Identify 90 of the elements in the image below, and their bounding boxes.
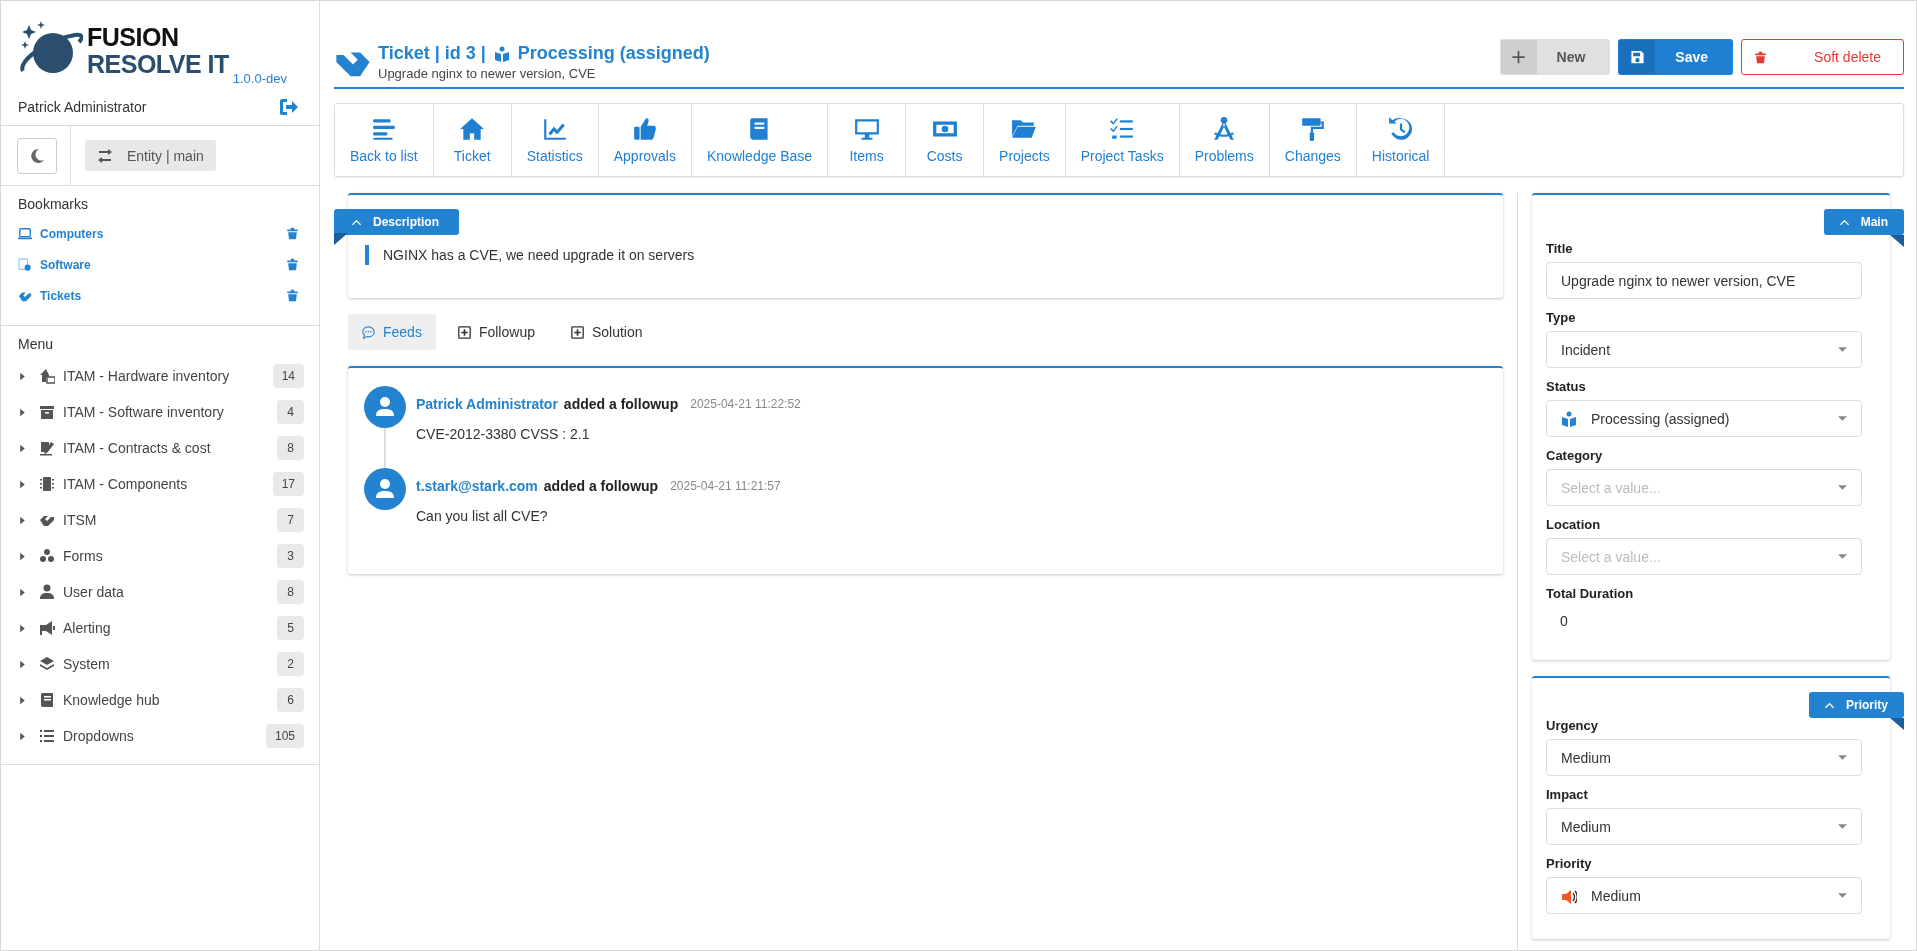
count-badge: 2 (277, 652, 304, 676)
menu-item[interactable]: ITAM - Contracts & cost 8 (18, 430, 304, 466)
followup-text: CVE-2012-3380 CVSS : 2.1 (416, 426, 591, 442)
toolbar-button[interactable]: Project Tasks (1065, 104, 1180, 176)
count-badge: 8 (277, 436, 304, 460)
menu-item[interactable]: Knowledge hub 6 (18, 682, 304, 718)
dropdown[interactable]: Medium (1546, 877, 1862, 914)
menu-item[interactable]: ITAM - Components 17 (18, 466, 304, 502)
save-button[interactable]: Save (1618, 39, 1734, 75)
feed-action: added a followup (563, 396, 679, 412)
collapse-tab[interactable]: Description (334, 209, 459, 235)
bookmark-link[interactable]: Tickets (18, 288, 82, 303)
menu-label: Alerting (63, 620, 112, 636)
toolbar-button[interactable]: Items (828, 104, 907, 176)
dropdown[interactable]: Incident (1546, 331, 1862, 368)
toolbar-button[interactable]: Historical (1356, 104, 1446, 176)
menu-item[interactable]: Dropdowns 105 (18, 718, 304, 754)
field-label: Urgency (1546, 718, 1600, 733)
dropdown[interactable]: Medium (1546, 739, 1862, 776)
page-subtitle: Upgrade nginx to newer version, CVE (378, 66, 597, 81)
toolbar-button[interactable]: Statistics (511, 104, 599, 176)
toolbar-button[interactable]: Changes (1269, 104, 1357, 176)
section-heading: Menu (18, 336, 55, 352)
text-field[interactable]: Upgrade nginx to newer version, CVE (1546, 262, 1862, 299)
menu-label: System (63, 656, 111, 672)
menu-item[interactable]: Alerting 5 (18, 610, 304, 646)
field-label: Status (1546, 379, 1587, 394)
delete-button[interactable]: Soft delete (1741, 39, 1904, 75)
dropdown[interactable]: Processing (assigned) (1546, 400, 1862, 437)
count-badge: 14 (272, 364, 304, 388)
toolbar-button[interactable]: Knowledge Base (692, 104, 829, 176)
count-badge: 5 (277, 616, 304, 640)
author-link[interactable]: t.stark@stark.com (416, 478, 538, 494)
toolbar-button[interactable]: Approvals (598, 104, 692, 176)
timestamp: 2025-04-21 11:22:52 (690, 397, 801, 411)
menu-label: Forms (63, 548, 104, 564)
count-badge: 3 (277, 544, 304, 568)
logo-wordmark: FUSION (87, 25, 180, 50)
menu-label: ITAM - Components (63, 476, 189, 492)
feed-tab[interactable]: Feeds (348, 314, 436, 350)
menu-item[interactable]: Forms 3 (18, 538, 304, 574)
bookmark-link[interactable]: Computers (18, 226, 104, 241)
section-heading: Bookmarks (18, 196, 90, 212)
new-button[interactable]: New (1499, 39, 1611, 75)
collapse-tab[interactable]: Priority (1809, 692, 1904, 718)
field-label: Title (1546, 241, 1574, 256)
dropdown[interactable]: Medium (1546, 808, 1862, 845)
count-badge: 17 (272, 472, 304, 496)
field-value: 0 (1559, 612, 1569, 631)
menu-label: User data (63, 584, 125, 600)
menu-label: ITAM - Hardware inventory (63, 368, 231, 384)
bookmark-link[interactable]: Software (18, 257, 91, 272)
field-label: Total Duration (1546, 586, 1635, 601)
menu-label: ITSM (63, 512, 98, 528)
user-name: Patrick Administrator (18, 99, 147, 115)
field-label: Type (1546, 310, 1577, 325)
version-label: 1.0.0-dev (232, 71, 287, 86)
timestamp: 2025-04-21 11:21:57 (670, 479, 781, 493)
toolbar-button[interactable]: Costs (906, 104, 985, 176)
count-badge: 4 (277, 400, 304, 424)
menu-label: ITAM - Software inventory (63, 404, 225, 420)
page-title: Ticket | id 3 | (378, 43, 486, 64)
status-label: Processing (assigned) (517, 43, 710, 64)
count-badge: 6 (277, 688, 304, 712)
count-badge: 7 (277, 508, 304, 532)
field-label: Category (1546, 448, 1604, 463)
count-badge: 105 (265, 724, 304, 748)
menu-item[interactable]: ITAM - Hardware inventory 14 (18, 358, 304, 394)
menu-item[interactable]: System 2 (18, 646, 304, 682)
count-badge: 8 (277, 580, 304, 604)
author-link[interactable]: Patrick Administrator (416, 396, 558, 412)
followup-text: Can you list all CVE? (416, 508, 549, 524)
menu-label: Knowledge hub (63, 692, 161, 708)
field-label: Impact (1546, 787, 1589, 802)
field-label: Location (1546, 517, 1602, 532)
field-label: Priority (1546, 856, 1593, 871)
collapse-tab[interactable]: Main (1823, 209, 1904, 235)
toolbar-button[interactable]: Back to list (335, 104, 434, 176)
logo-wordmark: RESOLVE IT (87, 52, 229, 77)
menu-item[interactable]: User data 8 (18, 574, 304, 610)
feed-action: added a followup (543, 478, 659, 494)
menu-label: Dropdowns (63, 728, 135, 744)
toolbar-button[interactable]: Projects (984, 104, 1066, 176)
menu-item[interactable]: ITAM - Software inventory 4 (18, 394, 304, 430)
menu-label: ITAM - Contracts & cost (63, 440, 212, 456)
toolbar-button[interactable]: Ticket (433, 104, 512, 176)
description-text: NGINX has a CVE, we need upgrade it on servers (365, 245, 1503, 265)
toolbar-button[interactable]: Problems (1179, 104, 1270, 176)
menu-item[interactable]: ITSM 7 (18, 502, 304, 538)
entity-button[interactable]: Entity | main (85, 140, 216, 171)
